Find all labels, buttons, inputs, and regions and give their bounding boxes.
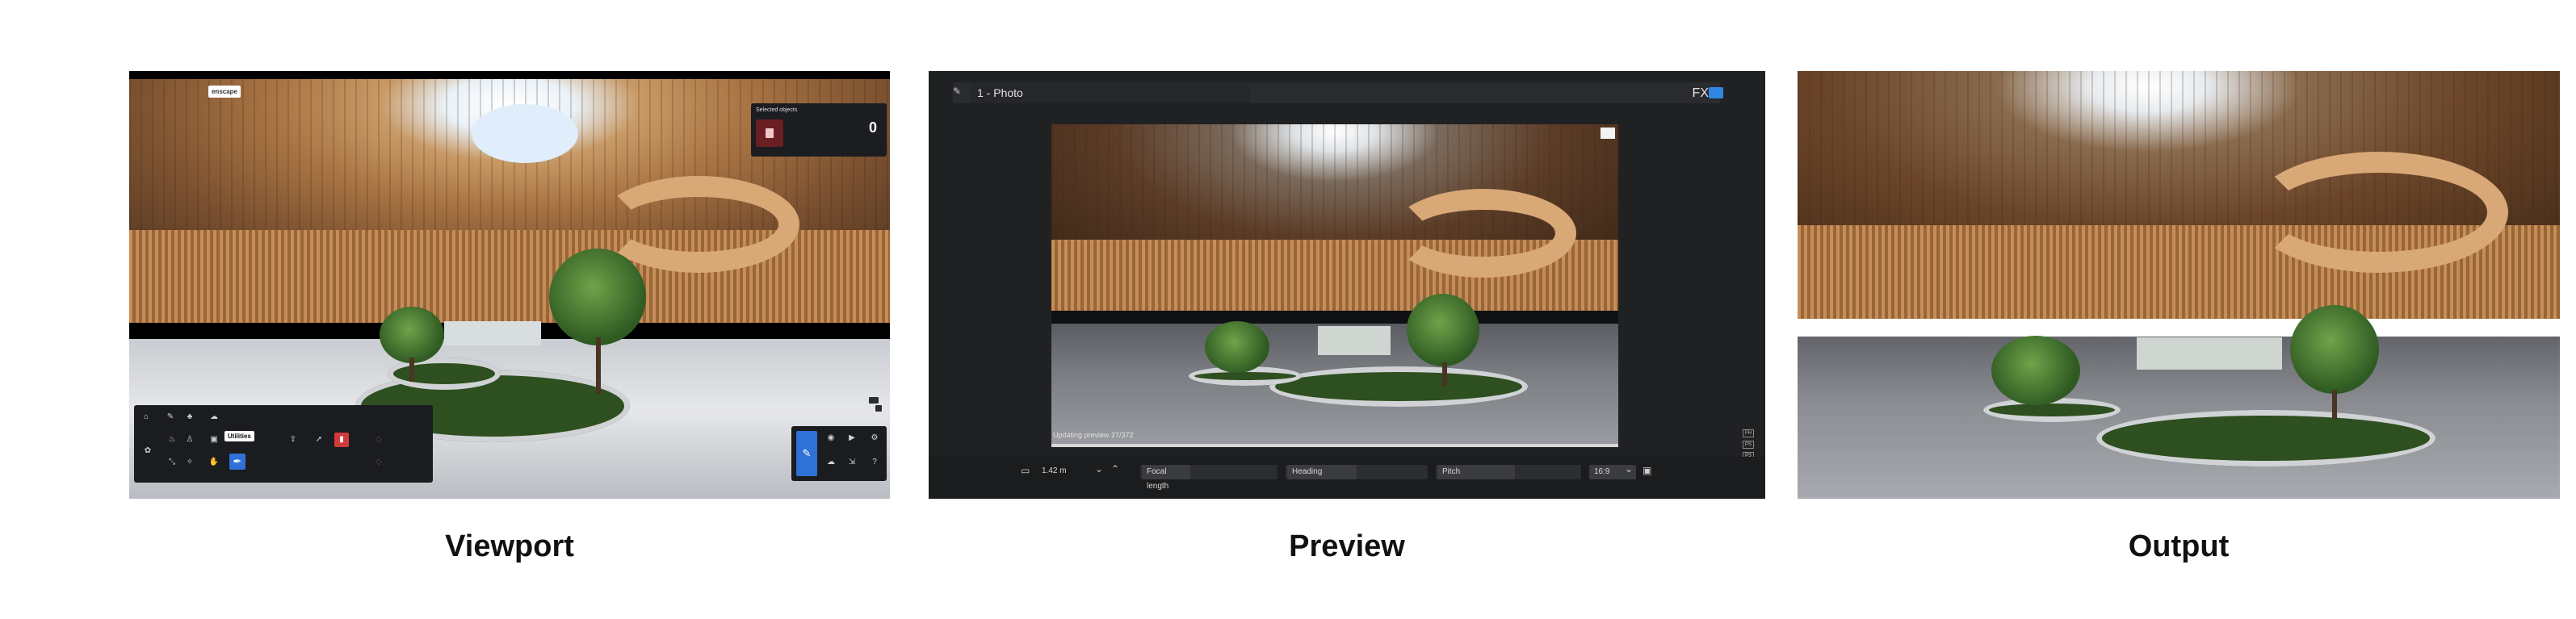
side-label-0[interactable]: FH — [1743, 429, 1754, 437]
focal-length-label: Focal length — [1142, 465, 1190, 491]
frame-corner-icon[interactable] — [1601, 128, 1615, 139]
lock-icon[interactable]: ▣ — [1643, 465, 1651, 476]
tool-icon-disabled-2: ◇ — [375, 458, 382, 466]
preview-render — [1051, 124, 1618, 445]
camera-height-value[interactable]: 1.42 m — [1042, 466, 1067, 475]
person-icon[interactable]: ♙ — [184, 434, 195, 445]
preview-status: Updating preview 27/372 — [1053, 431, 1134, 439]
help-icon[interactable]: ? — [869, 457, 880, 468]
camera-height-icon: ▭ — [1021, 465, 1030, 476]
bulb-icon[interactable]: ✧ — [184, 457, 195, 468]
home-icon[interactable]: ⌂ — [141, 412, 152, 423]
preview-panel: ✎ 1 - Photo FX Updating preview 27/372 F… — [929, 71, 1765, 499]
output-render — [1798, 71, 2560, 499]
caption-viewport: Viewport — [445, 529, 574, 563]
hand-icon[interactable]: ✋ — [208, 457, 220, 468]
chevron-up-icon[interactable]: ⌃ — [1111, 463, 1119, 475]
fx-label: FX — [1692, 86, 1709, 100]
delete-selection-button[interactable] — [756, 119, 783, 147]
view-title: 1 - Photo — [977, 86, 1023, 99]
edit-icon[interactable]: ✎ — [953, 86, 961, 97]
trash-icon — [766, 128, 774, 138]
viewport-panel: enscape Selected objects 0 ⌂ ✎ ♣ ☁ ♨ ♙ ▣… — [129, 71, 890, 499]
selected-objects-count: 0 — [868, 119, 877, 136]
camera-icon[interactable]: ◉ — [825, 433, 837, 444]
cloud-upload-icon[interactable]: ☁ — [825, 457, 837, 468]
chevron-down-icon[interactable]: ⌄ — [1095, 463, 1103, 475]
preview-progress-bar — [1051, 444, 1618, 447]
car-icon[interactable]: ▣ — [208, 434, 220, 445]
eyedropper-icon[interactable]: ✒ — [229, 454, 245, 470]
fx-toggle[interactable] — [1709, 87, 1723, 98]
caption-preview: Preview — [1289, 529, 1405, 563]
paint-icon[interactable]: ✿ — [142, 445, 153, 457]
camera-tool-icon[interactable]: ✎ — [796, 431, 817, 476]
zoom-tag — [869, 397, 879, 404]
pitch-label: Pitch — [1437, 465, 1515, 479]
export-icon[interactable]: ⇲ — [846, 457, 858, 468]
caption-output: Output — [2128, 529, 2230, 563]
side-label-1[interactable]: PS — [1743, 441, 1754, 449]
chevron-down-icon: ⌄ — [1625, 463, 1634, 475]
utilities-tooltip: Utilities — [224, 431, 254, 441]
pen-icon[interactable]: ✎ — [165, 412, 176, 423]
resize-icon[interactable]: ⤡ — [166, 457, 178, 468]
heading-label: Heading — [1287, 465, 1357, 479]
cloud-icon[interactable]: ☁ — [208, 412, 220, 423]
fire-icon[interactable]: ♨ — [166, 434, 178, 445]
cursor-icon[interactable]: ➚ — [313, 434, 325, 445]
selected-objects-title: Selected objects — [756, 107, 798, 113]
video-icon[interactable]: ▶ — [846, 433, 858, 444]
bottom-toolbar: ⌂ ✎ ♣ ☁ ♨ ♙ ▣ ✿ ⤡ ✧ ✋ ✒ ⇪ ➚ ▮ ◇ ◇ — [134, 405, 433, 483]
preview-frame — [1051, 124, 1618, 445]
output-panel — [1798, 71, 2560, 499]
tree-icon[interactable]: ♣ — [184, 412, 195, 423]
trash-icon[interactable]: ▮ — [334, 433, 349, 447]
scale-tag — [875, 405, 882, 412]
settings-icon[interactable]: ⚙ — [869, 433, 880, 444]
tool-icon-disabled-1: ◇ — [375, 435, 382, 444]
bottom-right-toolbar: ✎ ◉ ▶ ⚙ ☁ ⇲ ? — [791, 426, 887, 481]
viewport-top-bar — [129, 71, 890, 79]
selected-objects-panel: Selected objects 0 — [751, 103, 887, 157]
upload-icon[interactable]: ⇪ — [287, 434, 299, 445]
app-logo: enscape — [208, 86, 241, 98]
